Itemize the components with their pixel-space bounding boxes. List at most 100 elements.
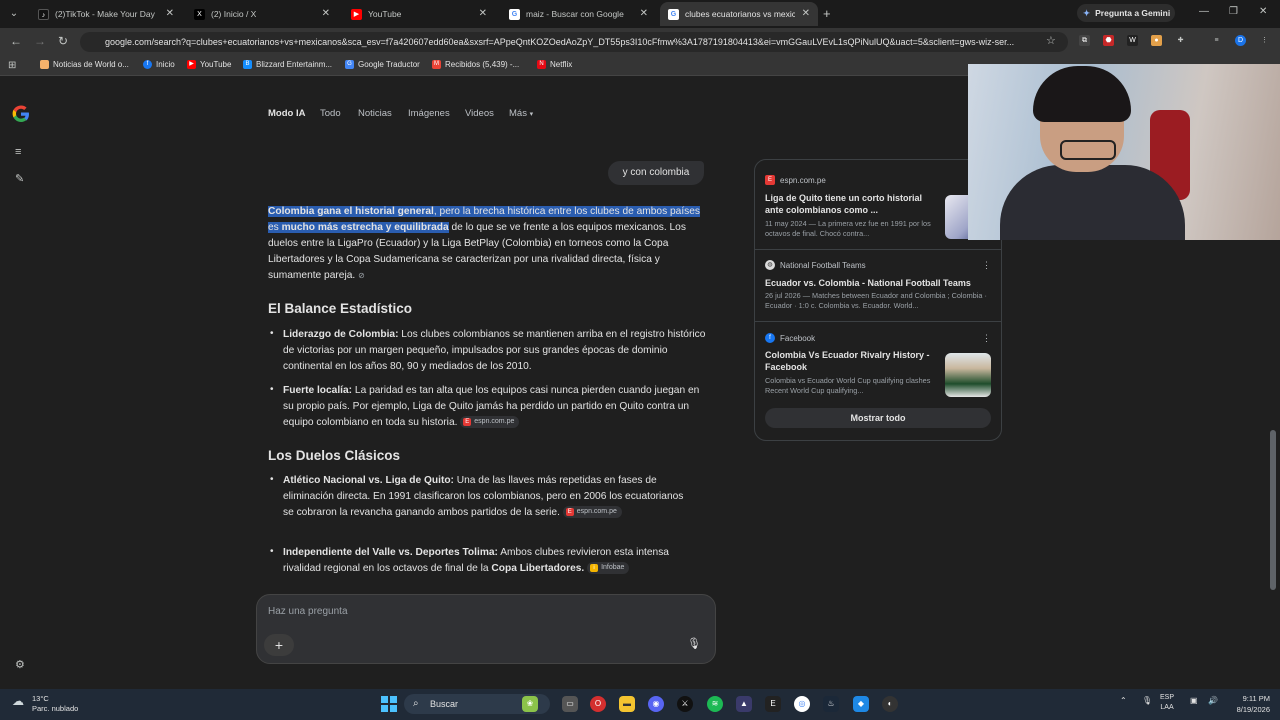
- volume-icon[interactable]: 🔊: [1208, 696, 1218, 705]
- close-icon[interactable]: ✕: [479, 8, 487, 19]
- language-indicator[interactable]: ESP LAA: [1160, 693, 1174, 713]
- user-query-bubble: y con colombia: [608, 161, 704, 185]
- bookmark-item[interactable]: f Inicio: [143, 60, 175, 69]
- bullet: •: [270, 546, 274, 557]
- list-item: Atlético Nacional vs. Liga de Quito: Una…: [283, 473, 693, 521]
- close-icon[interactable]: ✕: [166, 8, 174, 19]
- spotify-icon[interactable]: ≋: [707, 696, 723, 712]
- windows-start-icon[interactable]: [381, 696, 397, 712]
- network-icon[interactable]: ▣: [1190, 696, 1198, 705]
- infobae-icon: i: [590, 564, 599, 573]
- bookmark-item[interactable]: Noticias de World o...: [40, 60, 129, 69]
- source-title[interactable]: Ecuador vs. Colombia - National Football…: [765, 277, 990, 289]
- back-icon[interactable]: ←: [10, 34, 22, 48]
- add-button[interactable]: +: [264, 634, 294, 656]
- espn-icon: E: [565, 508, 574, 517]
- tab-search-button[interactable]: ⌄: [6, 6, 22, 22]
- source-chip[interactable]: Eespn.com.pe: [562, 506, 622, 519]
- list-item: Independiente del Valle vs. Deportes Tol…: [283, 545, 708, 577]
- steam-icon[interactable]: ♨: [823, 696, 839, 712]
- tab-modo-ia[interactable]: Modo IA: [268, 108, 305, 119]
- more-options-icon[interactable]: ⋮: [982, 333, 991, 344]
- bookmark-star-icon[interactable]: ☆: [1046, 34, 1056, 47]
- link-icon[interactable]: ⊘: [358, 271, 365, 280]
- answer-intro: Colombia gana el historial general, pero…: [268, 204, 708, 284]
- new-chat-icon[interactable]: ✎: [15, 172, 24, 185]
- tab-noticias[interactable]: Noticias: [358, 108, 392, 119]
- tab-clubes[interactable]: G clubes ecuatorianos vs mexicanos ✕: [660, 2, 818, 26]
- close-window-icon[interactable]: ✕: [1259, 6, 1267, 17]
- tab-tiktok[interactable]: ♪ (2)TikTok - Make Your Day ✕: [30, 2, 182, 26]
- forward-icon[interactable]: →: [34, 34, 46, 48]
- extension-icon[interactable]: ⬣: [1103, 35, 1114, 46]
- epic-games-icon[interactable]: E: [765, 696, 781, 712]
- tab-imagenes[interactable]: Imágenes: [408, 108, 450, 119]
- league-icon[interactable]: ⚔: [677, 696, 693, 712]
- bookmark-item[interactable]: ▶ YouTube: [187, 60, 231, 69]
- section-title: El Balance Estadístico: [268, 301, 413, 316]
- ask-box[interactable]: [256, 594, 716, 664]
- bookmark-item[interactable]: M Recibidos (5,439) -...: [432, 60, 519, 69]
- taskbar-clock[interactable]: 9:11 PM 8/19/2026: [1226, 693, 1270, 715]
- address-bar[interactable]: google.com/search?q=clubes+ecuatorianos+…: [80, 32, 1068, 52]
- tab-maiz[interactable]: G maiz - Buscar con Google ✕: [501, 2, 656, 26]
- hamburger-menu-icon[interactable]: ≡: [15, 146, 21, 158]
- globe-icon: ◍: [765, 260, 775, 270]
- apps-grid-icon[interactable]: ⊞: [8, 60, 16, 71]
- reload-icon[interactable]: ↻: [58, 34, 68, 48]
- more-options-icon[interactable]: ⋮: [982, 260, 991, 271]
- app-icon[interactable]: ▲: [736, 696, 752, 712]
- weather-widget[interactable]: ☁ 13°C Parc. nublado: [12, 694, 78, 714]
- source-chip[interactable]: i Infobae: [587, 562, 630, 575]
- menu-dots-icon[interactable]: ⋮: [1259, 35, 1270, 46]
- source-title[interactable]: Colombia Vs Ecuador Rivalry History - Fa…: [765, 349, 940, 373]
- item-bold: Fuerte localía:: [283, 385, 353, 396]
- profile-avatar[interactable]: D: [1235, 35, 1246, 46]
- chrome-icon[interactable]: ◎: [794, 696, 810, 712]
- extension-icon[interactable]: ⧉: [1079, 35, 1090, 46]
- opera-icon[interactable]: O: [590, 696, 606, 712]
- restore-icon[interactable]: ❐: [1229, 6, 1238, 17]
- bookmark-item[interactable]: N Netflix: [537, 60, 572, 69]
- page-scrollbar[interactable]: [1270, 430, 1276, 590]
- close-icon[interactable]: ✕: [640, 8, 648, 19]
- extension-icon[interactable]: ●: [1151, 35, 1162, 46]
- divider: [755, 321, 1001, 322]
- tray-chevron-icon[interactable]: ⌃: [1120, 696, 1127, 705]
- ask-input[interactable]: Haz una pregunta: [268, 606, 348, 617]
- tab-label: clubes ecuatorianos vs mexicanos: [685, 9, 795, 19]
- tab-videos[interactable]: Videos: [465, 108, 494, 119]
- close-icon[interactable]: ✕: [322, 8, 330, 19]
- microphone-icon[interactable]: 🎙: [687, 637, 701, 650]
- search-icon: ⌕: [413, 698, 419, 709]
- close-icon[interactable]: ✕: [802, 8, 810, 19]
- tab-youtube[interactable]: ▶ YouTube ✕: [343, 2, 495, 26]
- new-tab-button[interactable]: +: [823, 6, 831, 21]
- tab-todo[interactable]: Todo: [320, 108, 341, 119]
- facebook-icon: f: [765, 333, 775, 343]
- bookmark-item[interactable]: G Google Traductor: [345, 60, 420, 69]
- gemini-button[interactable]: ✦ Pregunta a Gemini: [1077, 4, 1175, 22]
- discord-icon[interactable]: ◉: [648, 696, 664, 712]
- microphone-tray-icon[interactable]: 🎙: [1142, 696, 1152, 705]
- app-icon[interactable]: ◐: [882, 696, 898, 712]
- settings-gear-icon[interactable]: ⚙: [15, 658, 25, 671]
- extension-icon[interactable]: W: [1127, 35, 1138, 46]
- minimize-icon[interactable]: —: [1199, 6, 1209, 17]
- gemini-label: Pregunta a Gemini: [1095, 8, 1171, 18]
- google-logo-icon[interactable]: [12, 105, 30, 123]
- tab-x[interactable]: X (2) Inicio / X ✕: [186, 2, 338, 26]
- source-thumbnail[interactable]: [945, 353, 991, 397]
- tab-mas[interactable]: Más ▾: [509, 108, 533, 119]
- taskbar-search-label: Buscar: [430, 699, 459, 709]
- extensions-puzzle-icon[interactable]: ✚: [1175, 35, 1186, 46]
- show-all-button[interactable]: Mostrar todo: [765, 408, 991, 428]
- tab-media-icon[interactable]: ≡: [1211, 35, 1222, 46]
- widget-icon[interactable]: ❀: [522, 696, 538, 712]
- source-chip[interactable]: Eespn.com.pe: [460, 416, 520, 429]
- file-explorer-icon[interactable]: ▬: [619, 696, 635, 712]
- task-view-icon[interactable]: ▭: [562, 696, 578, 712]
- source-title[interactable]: Liga de Quito tiene un corto historial a…: [765, 192, 940, 216]
- bookmark-item[interactable]: B Blizzard Entertainm...: [243, 60, 332, 69]
- app-icon[interactable]: ◆: [853, 696, 869, 712]
